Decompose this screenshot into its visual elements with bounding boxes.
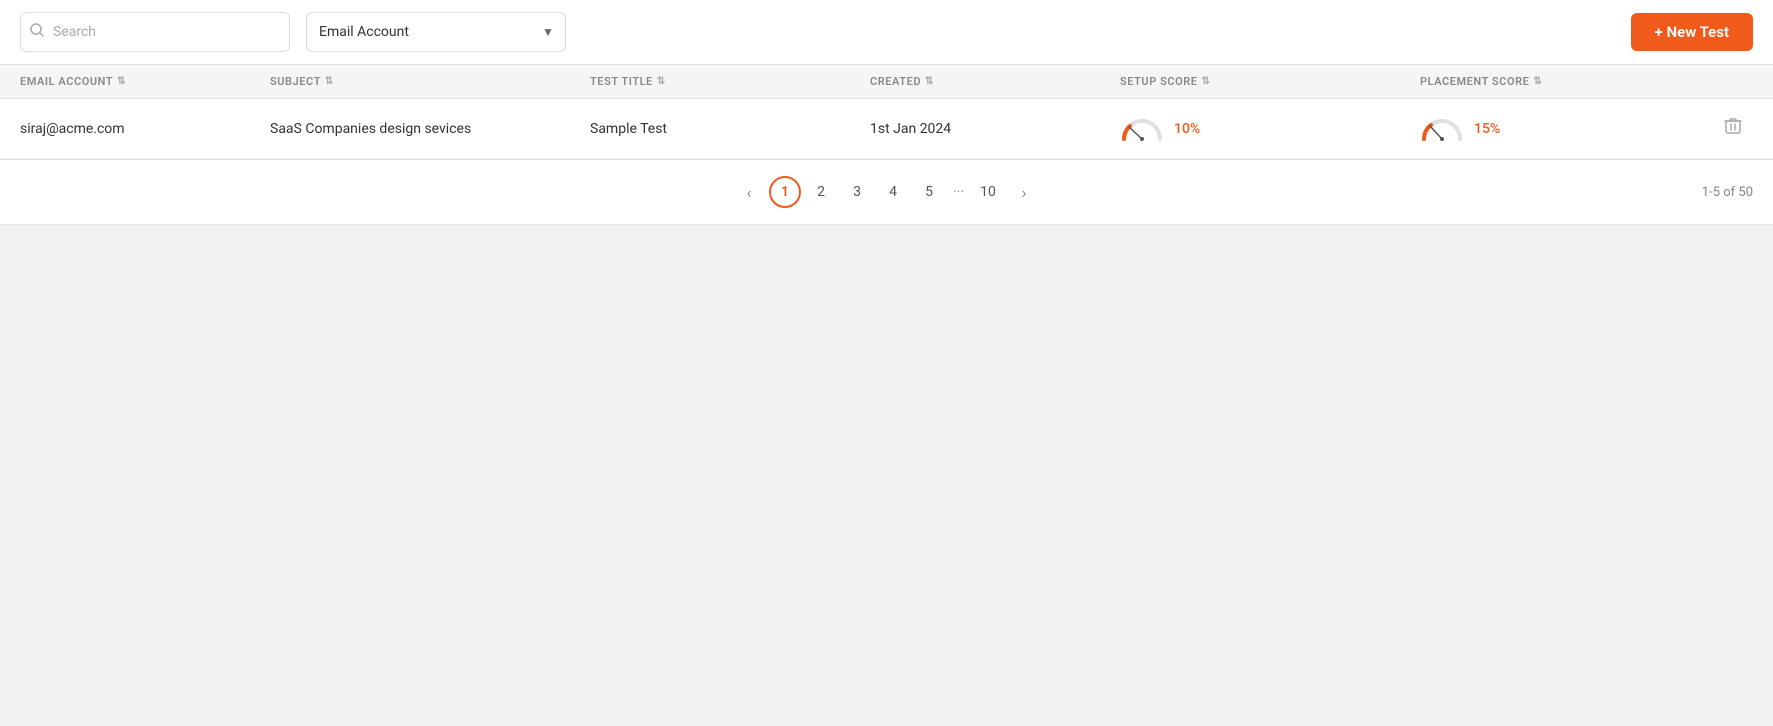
setup-score-gauge (1120, 117, 1164, 141)
pagination-prev[interactable]: ‹ (733, 176, 765, 208)
search-wrapper (20, 12, 290, 52)
pagination-page-4[interactable]: 4 (877, 176, 909, 208)
sort-icon-subject: ⇅ (325, 76, 334, 87)
col-header-subject[interactable]: SUBJECT ⇅ (270, 75, 590, 88)
col-header-setup-score[interactable]: SETUP SCORE ⇅ (1120, 75, 1420, 88)
cell-created: 1st Jan 2024 (870, 121, 1120, 137)
placement-score-gauge (1420, 117, 1464, 141)
sort-icon-created: ⇅ (925, 76, 934, 87)
sort-icon-setup-score: ⇅ (1202, 76, 1211, 87)
pagination-page-10[interactable]: 10 (972, 176, 1004, 208)
sort-icon-test-title: ⇅ (657, 76, 666, 87)
col-header-placement-score[interactable]: PLACEMENT SCORE ⇅ (1420, 75, 1720, 88)
pagination-page-2[interactable]: 2 (805, 176, 837, 208)
pagination-bar: ‹ 1 2 3 4 5 ··· 10 › 1-5 of 50 (0, 160, 1773, 225)
search-icon (30, 23, 44, 41)
cell-email-account: siraj@acme.com (20, 121, 270, 137)
col-header-created[interactable]: CREATED ⇅ (870, 75, 1120, 88)
sort-icon-email: ⇅ (117, 76, 126, 87)
email-account-select[interactable]: Email Account (306, 12, 566, 52)
col-header-email-account[interactable]: EMAIL ACCOUNT ⇅ (20, 75, 270, 88)
pagination-page-5[interactable]: 5 (913, 176, 945, 208)
col-header-test-title[interactable]: TEST TITLE ⇅ (590, 75, 870, 88)
sort-icon-placement-score: ⇅ (1533, 76, 1542, 87)
placement-score-value: 15% (1474, 121, 1500, 137)
cell-subject: SaaS Companies design sevices (270, 121, 590, 137)
pagination-page-1[interactable]: 1 (769, 176, 801, 208)
pagination-controls: ‹ 1 2 3 4 5 ··· 10 › (733, 176, 1040, 208)
toolbar: Email Account ▼ + New Test (0, 0, 1773, 65)
pagination-dots: ··· (949, 184, 968, 200)
content-area (0, 225, 1773, 685)
setup-score-value: 10% (1174, 121, 1200, 137)
cell-test-title: Sample Test (590, 121, 870, 137)
cell-actions (1720, 113, 1773, 144)
new-test-button[interactable]: + New Test (1631, 13, 1753, 51)
email-account-select-wrapper: Email Account ▼ (306, 12, 566, 52)
pagination-next[interactable]: › (1008, 176, 1040, 208)
col-header-actions (1720, 75, 1773, 88)
search-input[interactable] (20, 12, 290, 52)
cell-placement-score: 15% (1420, 117, 1720, 141)
table-row: siraj@acme.com SaaS Companies design sev… (0, 99, 1773, 159)
delete-button[interactable] (1720, 113, 1746, 144)
table-header: EMAIL ACCOUNT ⇅ SUBJECT ⇅ TEST TITLE ⇅ C… (0, 65, 1773, 99)
pagination-info: 1-5 of 50 (1702, 185, 1753, 200)
data-table: EMAIL ACCOUNT ⇅ SUBJECT ⇅ TEST TITLE ⇅ C… (0, 65, 1773, 160)
pagination-page-3[interactable]: 3 (841, 176, 873, 208)
cell-setup-score: 10% (1120, 117, 1420, 141)
